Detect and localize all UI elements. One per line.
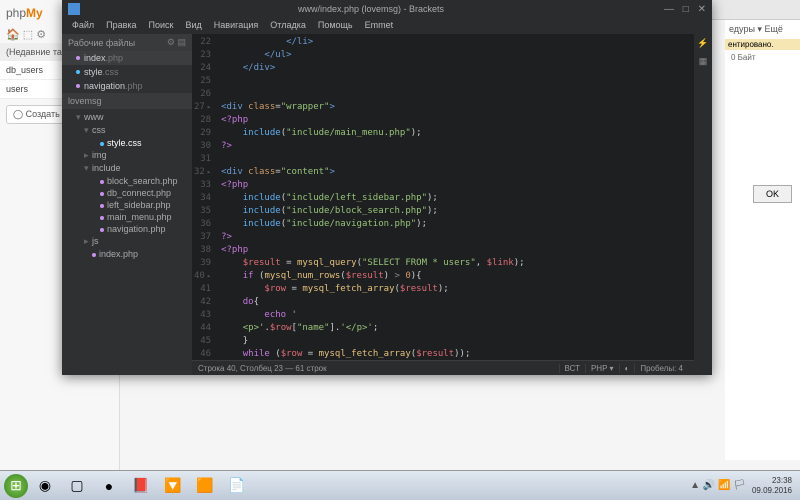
folder-www[interactable]: ▾www [62,111,192,124]
statusbar: Строка 40, Столбец 23 — 61 строк ВСТPHP … [192,360,694,375]
folder-js[interactable]: ▸js [62,235,192,248]
code-editor[interactable]: 2223242526272829303132333435363738394041… [192,34,694,360]
line-gutter: 2223242526272829303132333435363738394041… [192,34,217,360]
status-php[interactable]: PHP ▾ [585,364,619,373]
working-file-style[interactable]: style.css [62,65,192,79]
start-button[interactable]: ⊞ [4,474,28,498]
working-files-header: Рабочие файлы ⚙ ▤ [62,34,192,51]
folder-img[interactable]: ▸img [62,149,192,162]
brackets-window: www/index.php (lovemsg) - Brackets — □ ✕… [62,0,712,375]
status-вст[interactable]: ВСТ [559,364,585,373]
extensions-icon[interactable]: ▦ [697,56,709,68]
working-file-index[interactable]: index.php [62,51,192,65]
file-index[interactable]: index.php [62,248,192,260]
close-button[interactable]: ✕ [698,4,706,15]
more-tabs[interactable]: едуры ▾ Ещё [725,20,800,39]
right-panel: едуры ▾ Ещё ентировано. 0 Байт OK [725,20,800,460]
live-preview-icon[interactable]: ⚡ [697,38,709,50]
project-header[interactable]: lovemsg [62,93,192,109]
taskbar-app-5[interactable]: 🟧 [190,474,220,498]
folder-include[interactable]: ▾include [62,162,192,175]
system-tray[interactable]: ▲ 🔊 📶 🏳 23:38 09.09.2016 [690,476,796,496]
file-main_menu[interactable]: main_menu.php [62,211,192,223]
sidebar: Рабочие файлы ⚙ ▤ index.phpstyle.cssnavi… [62,34,192,375]
taskbar: ⊞ ◉▢●📕🔽🟧📄 ▲ 🔊 📶 🏳 23:38 09.09.2016 [0,470,800,500]
menu-отладка[interactable]: Отладка [264,18,312,34]
taskbar-app-2[interactable]: ● [94,474,124,498]
file-navigation[interactable]: navigation.php [62,223,192,235]
taskbar-app-6[interactable]: 📄 [222,474,252,498]
window-title: www/index.php (lovemsg) - Brackets [84,4,658,14]
menu-навигация[interactable]: Навигация [208,18,264,34]
taskbar-app-0[interactable]: ◉ [30,474,60,498]
folder-css[interactable]: ▾css [62,124,192,137]
clock[interactable]: 23:38 09.09.2016 [752,476,792,496]
tray-icons[interactable]: ▲ 🔊 📶 🏳 [690,480,746,491]
size-info: 0 Байт [725,50,800,65]
menubar: ФайлПравкаПоискВидНавигацияОтладкаПомощь… [62,18,712,34]
taskbar-app-3[interactable]: 📕 [126,474,156,498]
working-file-navigation[interactable]: navigation.php [62,79,192,93]
cursor-position: Строка 40, Столбец 23 — 61 строк [198,364,559,373]
status-badge: ентировано. [725,39,800,50]
maximize-button[interactable]: □ [683,4,689,15]
menu-поиск[interactable]: Поиск [143,18,180,34]
ok-button[interactable]: OK [753,185,792,203]
right-rail: ⚡ ▦ [694,34,712,375]
gear-icon[interactable]: ⚙ ▤ [167,37,186,48]
menu-файл[interactable]: Файл [66,18,100,34]
status-[interactable]: ◐ [619,364,635,373]
taskbar-app-1[interactable]: ▢ [62,474,92,498]
file-left_sidebar[interactable]: left_sidebar.php [62,199,192,211]
file-style[interactable]: style.css [62,137,192,149]
menu-emmet[interactable]: Emmet [359,18,400,34]
file-block_search[interactable]: block_search.php [62,175,192,187]
code-area[interactable]: </li> </ul> </div> <div class="wrapper">… [217,34,694,360]
file-db_connect[interactable]: db_connect.php [62,187,192,199]
minimize-button[interactable]: — [664,4,674,15]
menu-вид[interactable]: Вид [180,18,208,34]
menu-помощь[interactable]: Помощь [312,18,359,34]
brackets-icon [68,3,80,15]
status-пробелы4[interactable]: Пробелы: 4 [634,364,688,373]
taskbar-app-4[interactable]: 🔽 [158,474,188,498]
titlebar[interactable]: www/index.php (lovemsg) - Brackets — □ ✕ [62,0,712,18]
menu-правка[interactable]: Правка [100,18,142,34]
